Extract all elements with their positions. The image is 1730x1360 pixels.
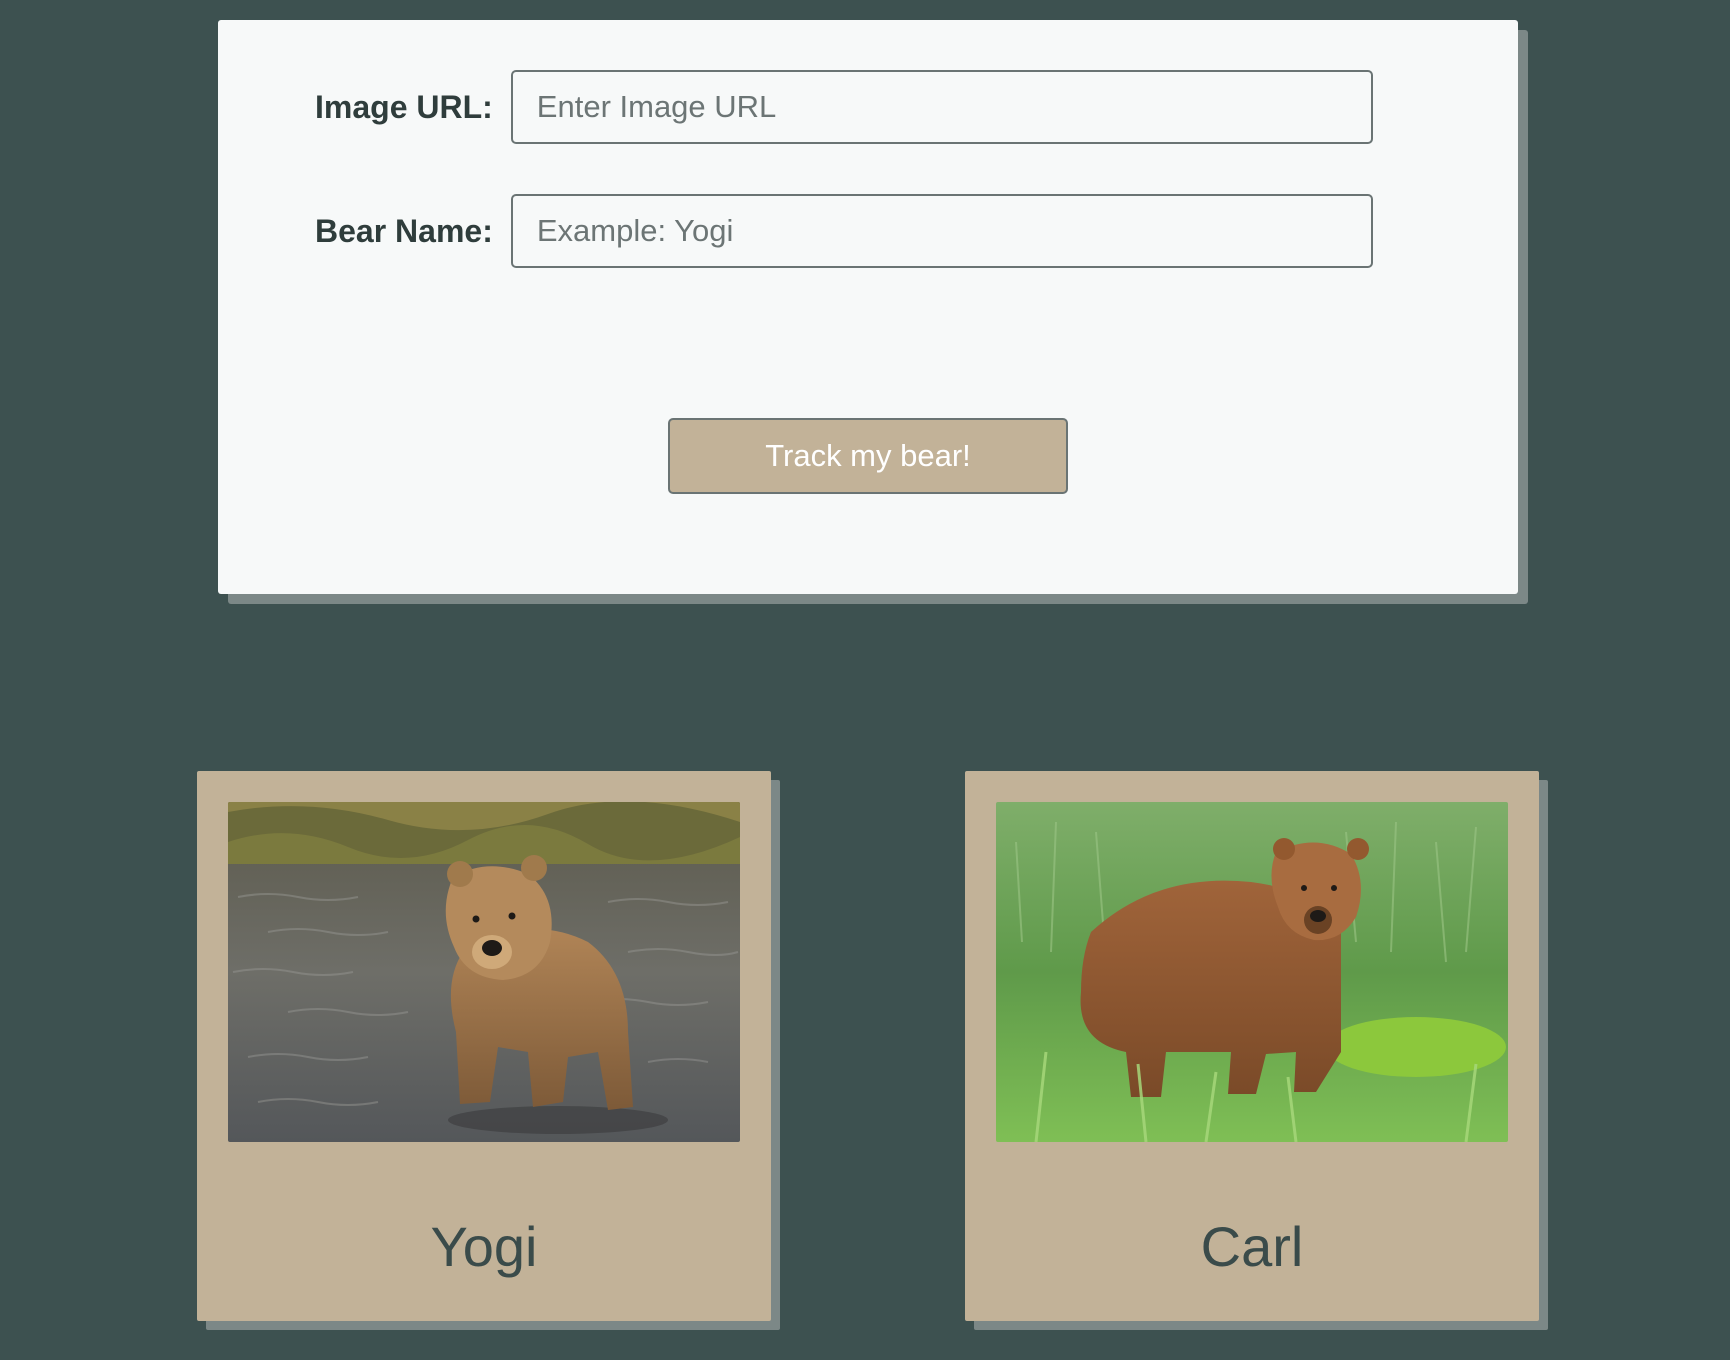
track-my-bear-button[interactable]: Track my bear! [668,418,1068,494]
bear-card-yogi: Yogi [197,771,771,1321]
bear-in-grass-photo [996,802,1508,1142]
bear-form-card: Image URL: Bear Name: Track my bear! [218,20,1518,594]
image-url-row: Image URL: [315,70,1373,144]
bear-card-carl: Carl [965,771,1539,1321]
image-url-label: Image URL: [315,88,493,125]
bear-name-label: Bear Name: [315,212,493,249]
bear-name: Yogi [430,1215,538,1278]
bear-in-river-photo [228,802,740,1142]
bear-name: Carl [1200,1215,1304,1278]
image-url-input[interactable] [510,70,1373,144]
bear-name-row: Bear Name: [315,194,1373,268]
bear-name-input[interactable] [510,194,1373,268]
